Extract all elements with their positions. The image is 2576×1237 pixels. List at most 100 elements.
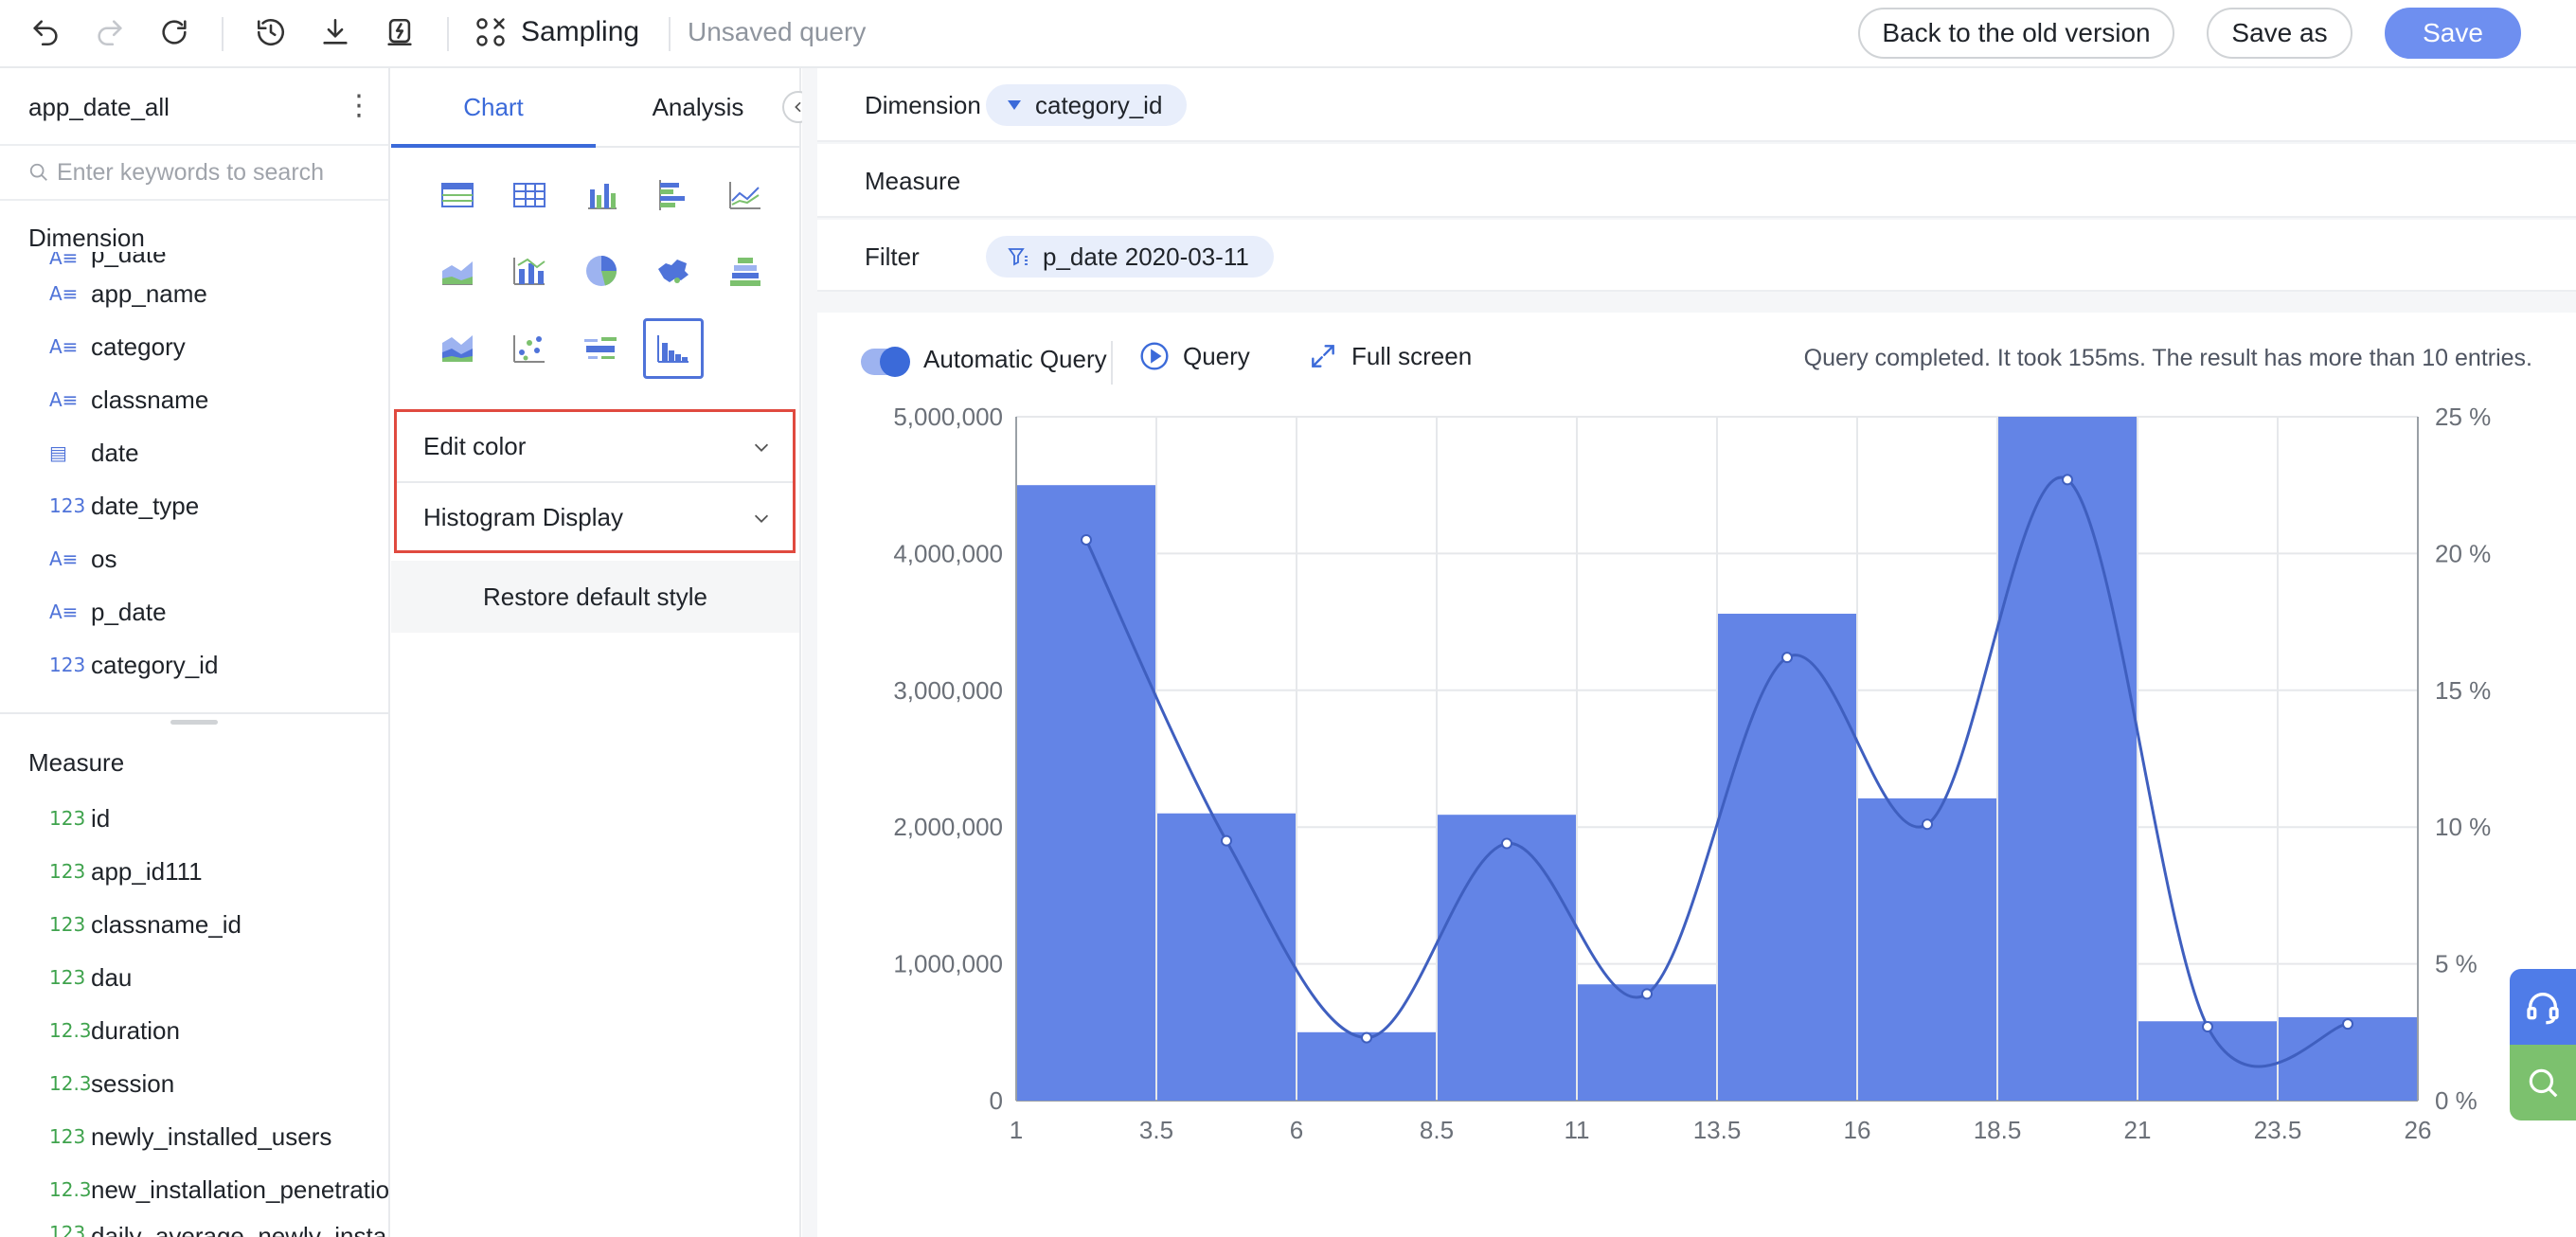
x-tick-label: 8.5 — [1420, 1116, 1454, 1144]
y-tick-label: 3,000,000 — [893, 676, 1003, 705]
list-item[interactable]: ▤ date — [49, 432, 139, 474]
column-chart-icon[interactable] — [575, 169, 628, 222]
field-name: daily_average_newly_install — [91, 1222, 390, 1237]
download-icon[interactable] — [316, 13, 354, 51]
line-chart-icon[interactable] — [719, 169, 772, 222]
help-search-button[interactable] — [2510, 1045, 2576, 1120]
query-button[interactable]: Query — [1139, 341, 1250, 371]
active-tab-indicator — [391, 144, 596, 148]
dimension-list: A≡ p_date A≡ app_name A≡ category A≡ classnam… — [0, 252, 388, 712]
map-chart-icon[interactable] — [647, 244, 700, 297]
x-tick-label: 3.5 — [1139, 1116, 1173, 1144]
y-tick-label: 1,000,000 — [893, 950, 1003, 978]
bar-chart-icon[interactable] — [647, 169, 700, 222]
list-item[interactable]: 123 id — [49, 798, 110, 839]
list-item[interactable]: A≡ os — [49, 538, 116, 580]
list-item[interactable]: 12.3 duration — [49, 1010, 180, 1051]
field-name: duration — [91, 1015, 180, 1045]
number-type-icon: 123 — [49, 807, 86, 830]
list-item[interactable]: A≡ p_date — [49, 591, 167, 633]
restore-default-style-button[interactable]: Restore default style — [391, 561, 799, 633]
resize-handle[interactable] — [170, 720, 218, 725]
sampling-button[interactable]: Sampling — [474, 13, 639, 51]
search-input[interactable] — [57, 158, 360, 187]
word-cloud-chart-icon[interactable] — [575, 322, 628, 375]
filter-shelf[interactable]: Filter p_date 2020-03-11 — [817, 220, 2576, 292]
sampling-label: Sampling — [521, 16, 640, 47]
filter-pill[interactable]: p_date 2020-03-11 — [986, 236, 1274, 278]
list-item[interactable]: A≡ classname — [49, 379, 208, 421]
line-point — [1781, 652, 1793, 664]
query-result-status: Query completed. It took 155ms. The resu… — [1803, 345, 2532, 371]
undo-icon[interactable] — [27, 13, 64, 51]
dimension-pill[interactable]: category_id — [986, 84, 1188, 126]
number-type-icon: 123 — [49, 966, 86, 989]
field-name: p_date — [91, 597, 167, 626]
refresh-icon[interactable] — [155, 13, 193, 51]
list-item[interactable]: A≡ app_name — [49, 273, 207, 314]
dimension-pill-label: category_id — [1035, 90, 1163, 119]
stacked-area-chart-icon[interactable] — [431, 322, 484, 375]
full-screen-button[interactable]: Full screen — [1308, 341, 1472, 371]
histogram-chart-icon[interactable] — [643, 318, 704, 379]
table-chart-icon[interactable] — [503, 169, 556, 222]
list-item[interactable]: 12.3 new_installation_penetratior — [49, 1169, 388, 1210]
field-name: app_name — [91, 278, 207, 308]
chevron-down-icon — [754, 443, 769, 452]
text-type-icon: A≡ — [49, 335, 79, 358]
funnel-chart-icon[interactable] — [719, 244, 772, 297]
list-item[interactable]: 123 daily_average_newly_install — [49, 1222, 390, 1237]
list-item[interactable]: 12.3 session — [49, 1063, 174, 1104]
search-icon — [2529, 1068, 2558, 1098]
number-type-icon: 12.3 — [49, 1178, 92, 1201]
histogram-display-section[interactable]: Histogram Display — [397, 483, 793, 552]
list-item[interactable]: 123 newly_installed_users — [49, 1116, 331, 1157]
history-icon[interactable] — [252, 13, 290, 51]
histogram-bar — [1718, 613, 1856, 1101]
combo-chart-icon[interactable] — [503, 244, 556, 297]
toolbar-divider — [447, 17, 449, 51]
list-item[interactable]: 123 app_id111 — [49, 851, 203, 892]
edit-color-section[interactable]: Edit color — [397, 412, 793, 481]
number-type-icon: 123 — [49, 860, 86, 883]
list-item[interactable]: 123 dau — [49, 957, 132, 998]
list-item[interactable]: 123 date_type — [49, 485, 199, 527]
tab-analysis[interactable]: Analysis — [596, 93, 800, 122]
scatter-chart-icon[interactable] — [503, 322, 556, 375]
support-button[interactable] — [2510, 969, 2576, 1045]
auto-query-toggle[interactable] — [861, 347, 910, 377]
x-tick-label: 6 — [1290, 1116, 1303, 1144]
dataset-name[interactable]: app_date_all — [28, 93, 170, 122]
more-options-icon[interactable]: ⋮ — [345, 89, 373, 122]
y-tick-label: 5,000,000 — [893, 403, 1003, 431]
field-name: os — [91, 544, 117, 573]
pivot-table-chart-icon[interactable] — [431, 169, 484, 222]
histogram-chart: 0 1,000,000 2,000,000 3,000,000 4,000,000 5,0… — [893, 403, 2491, 1144]
tab-chart[interactable]: Chart — [391, 93, 596, 122]
list-item[interactable]: 123 classname_id — [49, 904, 242, 945]
text-type-icon: A≡ — [49, 601, 79, 623]
pie-chart-icon[interactable] — [575, 244, 628, 297]
dimension-shelf[interactable]: Dimension category_id — [817, 68, 2576, 142]
redo-icon[interactable] — [91, 13, 129, 51]
chart-card: Automatic Query Query Full screen Query … — [817, 313, 2576, 1237]
lightning-doc-icon[interactable] — [381, 13, 419, 51]
play-icon — [1140, 342, 1169, 370]
y2-tick-label: 0 % — [2435, 1086, 2478, 1115]
histogram-bar — [1438, 815, 1576, 1101]
area-chart-icon[interactable] — [431, 244, 484, 297]
field-search — [0, 144, 388, 201]
save-button[interactable]: Save — [2385, 8, 2521, 59]
list-item[interactable]: A≡ p_date — [49, 252, 167, 269]
y-tick-label: 0 — [990, 1086, 1003, 1115]
x-tick-label: 1 — [1010, 1116, 1023, 1144]
list-item[interactable]: 123 category_id — [49, 644, 218, 686]
measure-shelf[interactable]: Measure — [817, 144, 2576, 218]
style-settings-highlight: Edit color Histogram Display — [394, 409, 796, 553]
list-item[interactable]: A≡ category — [49, 326, 186, 368]
save-as-button[interactable]: Save as — [2207, 8, 2352, 59]
x-tick-label: 13.5 — [1693, 1116, 1742, 1144]
number-type-icon: 12.3 — [49, 1072, 92, 1095]
dimension-shelf-label: Dimension — [865, 91, 981, 119]
back-to-old-version-button[interactable]: Back to the old version — [1858, 8, 2174, 59]
